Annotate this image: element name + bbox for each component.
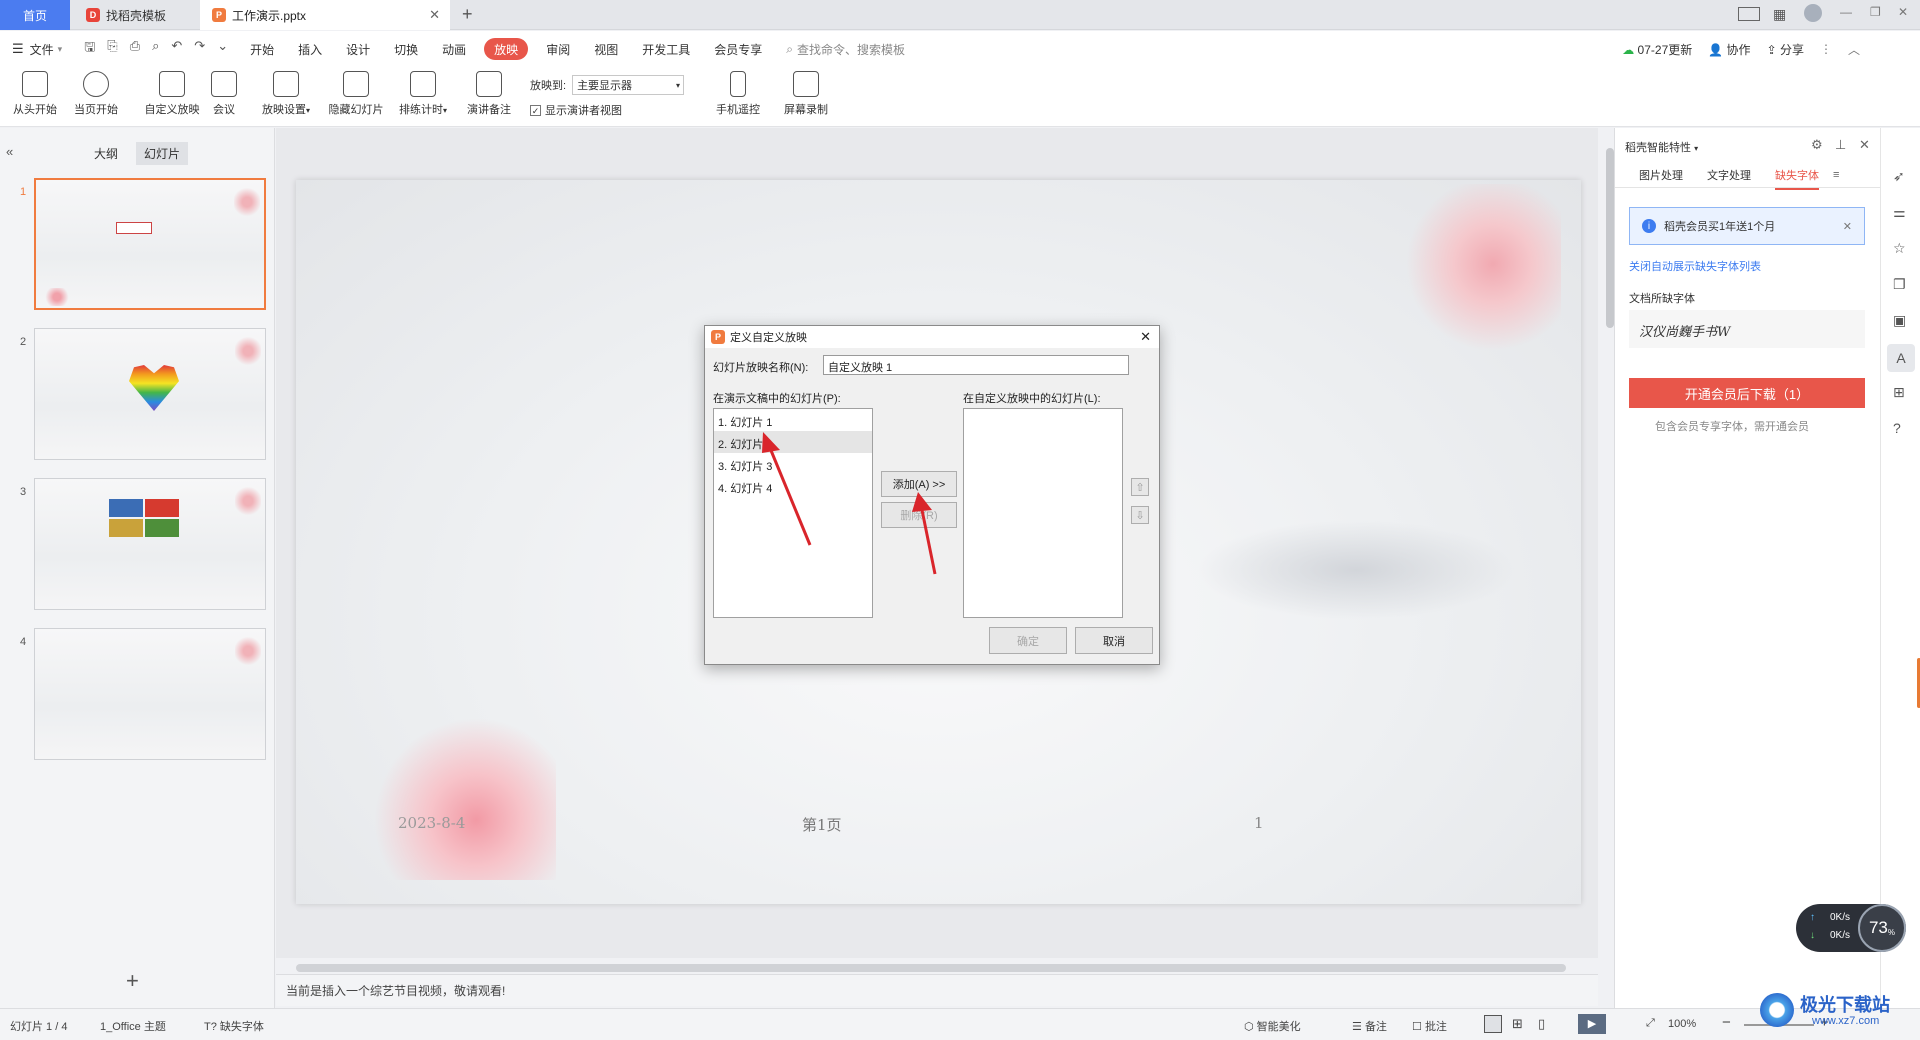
help-icon[interactable]: ? [1893, 420, 1901, 436]
adjust-icon[interactable]: ⚌ [1893, 204, 1906, 221]
comment-label: 批注 [1424, 1021, 1447, 1033]
notice-text: 稻壳会员买1年送1个月 [1664, 221, 1776, 233]
zoom-level[interactable]: 100% [1668, 1018, 1696, 1030]
sorter-view-icon[interactable]: ⊞ [1512, 1016, 1523, 1032]
panel-title[interactable]: 稻壳智能特性 ▾ [1625, 139, 1698, 155]
tab-text-label: 文字处理 [1707, 169, 1751, 182]
comment-icon: ☐ [1412, 1021, 1422, 1033]
chevron-down-icon: ▾ [1694, 144, 1699, 153]
play-icon: ▶ [1587, 1018, 1597, 1030]
close-panel-icon[interactable]: ✕ [1859, 137, 1870, 153]
status-bar: 幻灯片 1 / 4 1_Office 主题 T? 缺失字体 ⬡ 智能美化 ☰ 备… [0, 1008, 1920, 1040]
notes-text: 当前是插入一个综艺节目视频，敬请观看! [286, 984, 506, 998]
tab-missing-font[interactable]: 缺失字体 [1775, 167, 1819, 190]
smart-features-panel: 稻壳智能特性 ▾ ⚙ ⊥ ✕ 图片处理 文字处理 缺失字体 ≡ i 稻壳会员买1… [1614, 128, 1881, 1008]
notes-label: 备注 [1364, 1021, 1387, 1033]
right-tool-bar: ➶ ⚌ ☆ ❐ ▣ A ⊞ ? [1880, 128, 1920, 1008]
watermark-globe-icon [1760, 993, 1794, 1027]
copy-icon[interactable]: ❐ [1893, 276, 1906, 293]
missing-fonts-label: 文档所缺字体 [1629, 293, 1695, 305]
notes-toggle[interactable]: ☰ 备注 [1352, 1018, 1387, 1034]
book-icon[interactable]: ⊞ [1893, 384, 1905, 401]
speaker-notes-area[interactable]: 当前是插入一个综艺节目视频，敬请观看! [276, 974, 1598, 1006]
close-auto-show-link[interactable]: 关闭自动展示缺失字体列表 [1629, 258, 1761, 274]
tab-image[interactable]: 图片处理 [1639, 167, 1683, 183]
zoom-out-icon[interactable]: − [1722, 1014, 1731, 1031]
download-speed: 0K/s [1830, 930, 1851, 941]
download-icon: ↓ [1810, 930, 1815, 941]
beautify-icon: ⬡ [1244, 1021, 1254, 1033]
download-font-button[interactable]: 开通会员后下载（1） [1629, 378, 1865, 408]
red-arrowhead-icon [912, 492, 932, 512]
beautify-label: 智能美化 [1256, 1021, 1301, 1033]
tab-text[interactable]: 文字处理 [1707, 167, 1751, 183]
close-notice-icon[interactable]: ✕ [1843, 220, 1852, 233]
notes-icon: ☰ [1352, 1021, 1362, 1033]
font-warning-icon: T? [204, 1021, 217, 1033]
tab-missing-font-label: 缺失字体 [1775, 169, 1819, 182]
font-sample: 汉仪尚巍手书W [1639, 325, 1731, 340]
member-note: 包含会员专享字体，需开通会员 [1655, 421, 1809, 433]
network-speed-widget[interactable]: ↑ 0K/s ↓ 0K/s 73% [1796, 904, 1906, 952]
missing-font-status-label: 缺失字体 [219, 1021, 264, 1033]
star-icon[interactable]: ☆ [1893, 240, 1906, 257]
download-font-label: 开通会员后下载（1） [1684, 386, 1810, 402]
red-arrowhead-icon [762, 432, 780, 453]
info-icon: i [1642, 219, 1656, 233]
image-icon[interactable]: ▣ [1893, 312, 1906, 329]
memory-usage-gauge: 73% [1858, 904, 1906, 952]
pin-icon[interactable]: ⊥ [1835, 137, 1846, 153]
rocket-icon[interactable]: ➶ [1893, 168, 1905, 185]
memory-percent: 73 [1868, 918, 1888, 937]
watermark-brand: 极光下载站 [1800, 995, 1890, 1015]
fit-window-icon[interactable]: ⤢ [1646, 1017, 1655, 1030]
panel-title-label: 稻壳智能特性 [1625, 142, 1691, 154]
member-notice: i 稻壳会员买1年送1个月 ✕ [1629, 207, 1865, 245]
font-icon[interactable]: A [1887, 344, 1915, 372]
upload-speed: 0K/s [1830, 912, 1851, 923]
missing-font-status[interactable]: T? 缺失字体 [204, 1018, 264, 1034]
comment-toggle[interactable]: ☐ 批注 [1412, 1018, 1447, 1034]
play-slideshow-button[interactable]: ▶ [1578, 1014, 1606, 1034]
red-arrow-icon [920, 509, 937, 575]
red-arrow-icon [768, 447, 812, 546]
watermark-url: www.xz7.com [1812, 1015, 1880, 1027]
menu-icon[interactable]: ≡ [1833, 169, 1839, 181]
panel-tabs: 图片处理 文字处理 缺失字体 ≡ [1615, 162, 1881, 190]
tab-image-label: 图片处理 [1639, 169, 1683, 182]
reading-view-icon[interactable]: ▯ [1538, 1016, 1545, 1032]
theme-name[interactable]: 1_Office 主题 [100, 1018, 166, 1034]
missing-font-item[interactable]: 汉仪尚巍手书W [1629, 310, 1865, 348]
settings-icon[interactable]: ⚙ [1811, 137, 1823, 153]
watermark-logo: 极光下载站 www.xz7.com [1760, 985, 1920, 1035]
normal-view-icon[interactable] [1484, 1015, 1502, 1033]
slide-info: 幻灯片 1 / 4 [10, 1021, 68, 1033]
upload-icon: ↑ [1810, 912, 1815, 923]
beautify-button[interactable]: ⬡ 智能美化 [1244, 1018, 1301, 1034]
